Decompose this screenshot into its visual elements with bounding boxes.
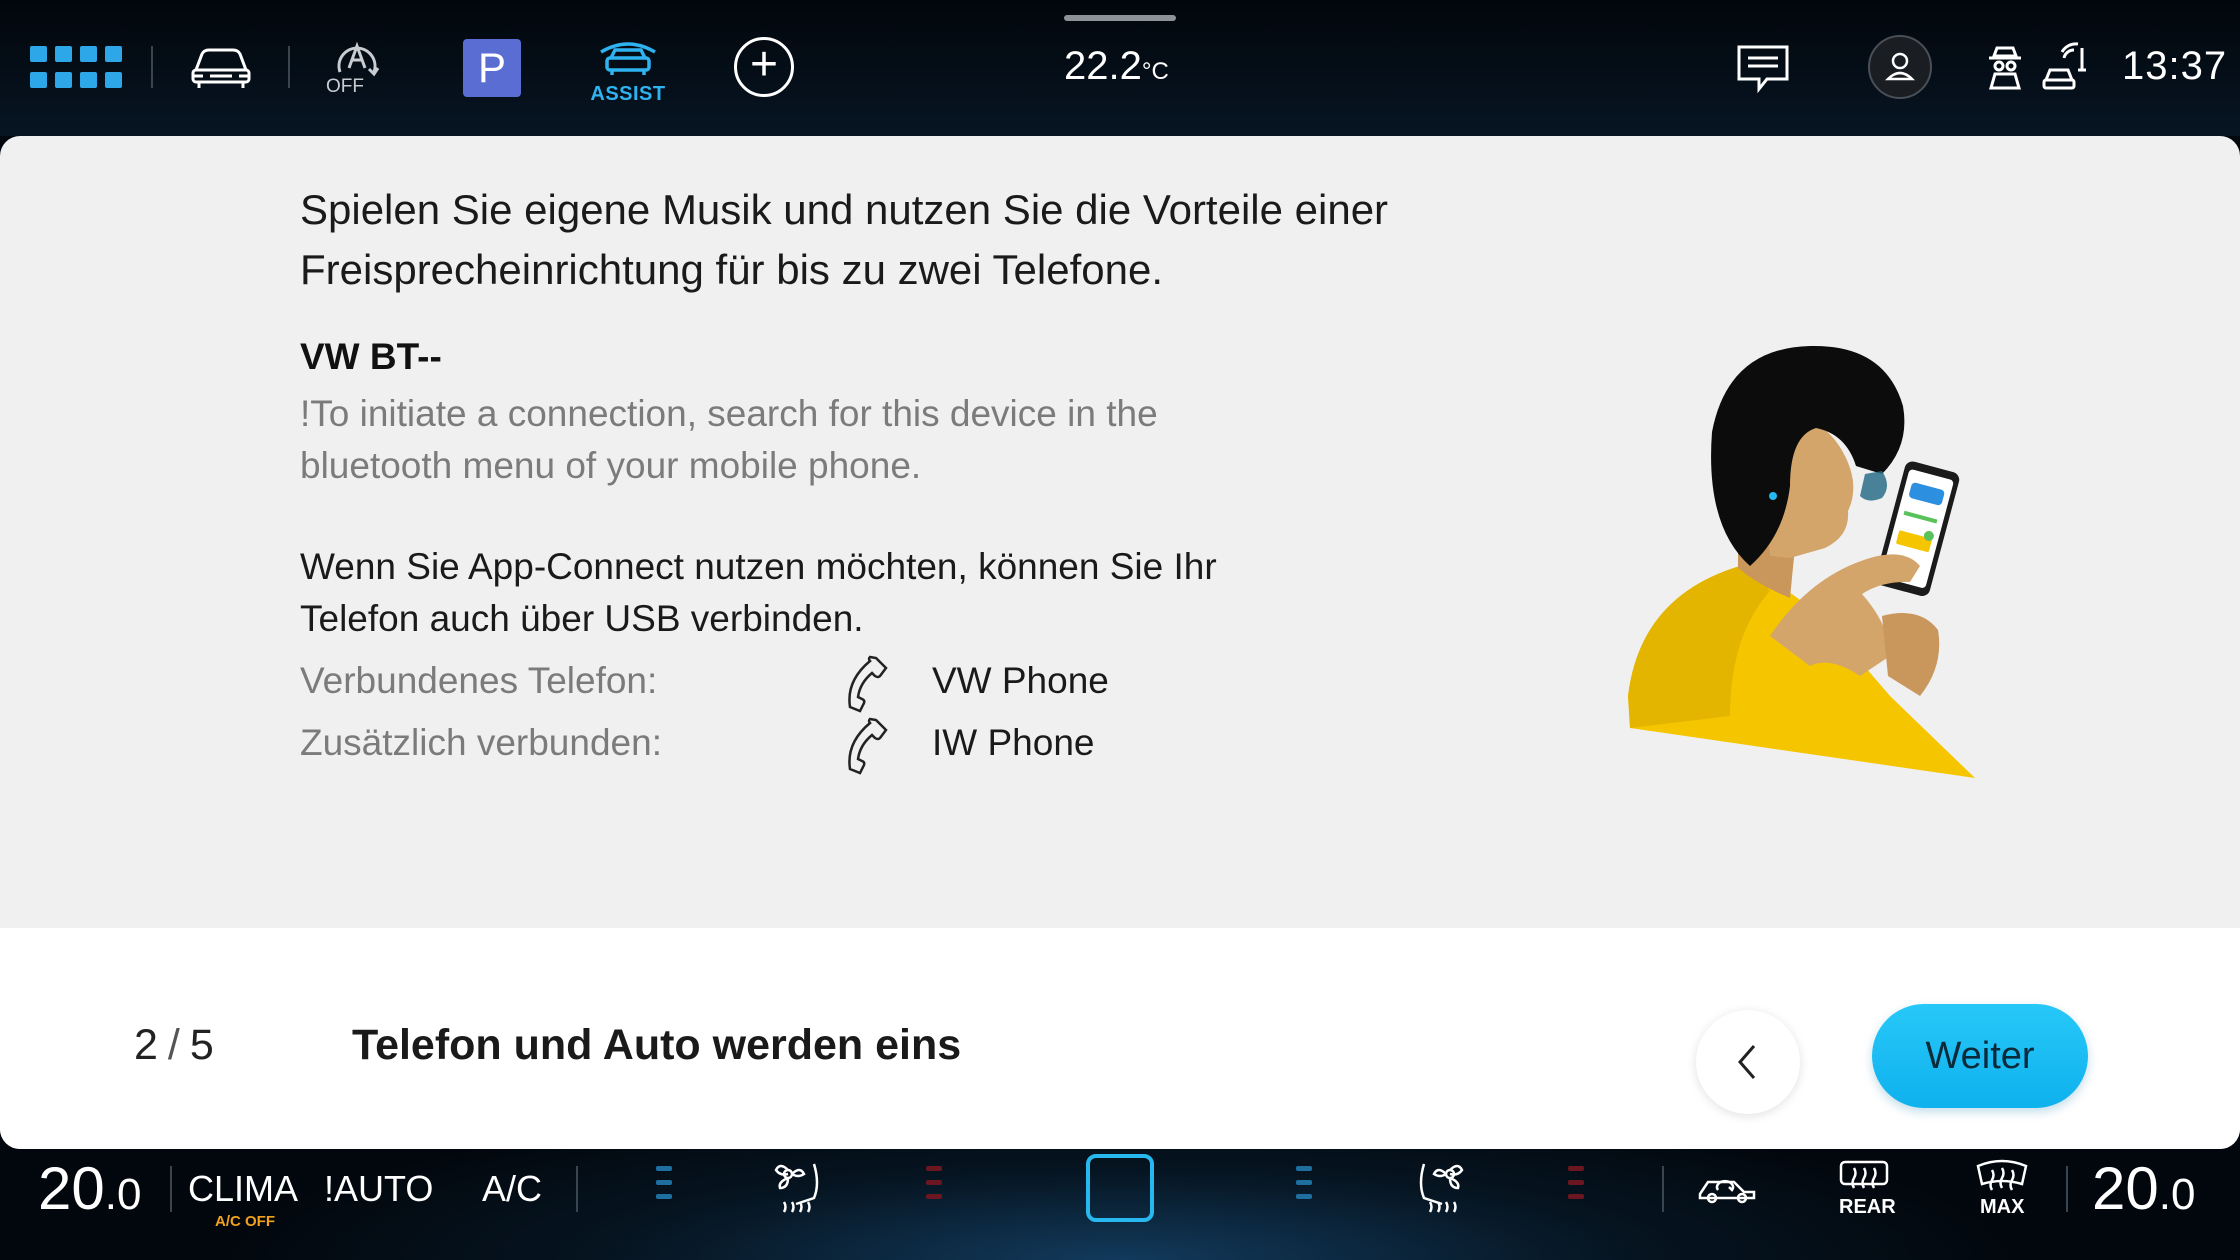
bluetooth-device-name: VW BT-- [300, 336, 442, 377]
infotainment-screen: OFF P ASSIST + 22.2°C 13:37 Spielen Sie … [0, 0, 2240, 1260]
back-button[interactable] [1696, 1010, 1800, 1114]
car-status-icon[interactable] [190, 44, 252, 92]
divider [170, 1166, 172, 1212]
passenger-temperature[interactable]: 20.0 [2092, 1154, 2195, 1223]
message-icon[interactable] [1736, 44, 1790, 94]
app-connect-info: Wenn Sie App-Connect nutzen möchten, kön… [300, 546, 1217, 639]
assist-label: ASSIST [590, 83, 666, 105]
temperature-value: 22.2 [1064, 44, 1142, 88]
clima-button[interactable]: CLIMA [188, 1168, 298, 1210]
divider [288, 46, 290, 88]
user-icon [1884, 52, 1916, 81]
fan-level-indicator-left [656, 1166, 672, 1208]
lane-assist-state: OFF [326, 76, 364, 97]
temperature-unit: °C [1141, 58, 1169, 85]
driver-temperature-int: 20 [38, 1155, 105, 1222]
divider [151, 46, 153, 88]
privacy-mode-icon[interactable] [1986, 44, 2024, 92]
pull-down-handle[interactable] [1064, 15, 1176, 21]
driver-temperature-dec: .0 [104, 1170, 142, 1219]
phone-icon [846, 654, 894, 714]
current-step: 2 [134, 1021, 158, 1069]
assist-car-icon [600, 42, 656, 75]
onboarding-footer: 2/5 Telefon und Auto werden eins Weiter [0, 928, 2240, 1149]
add-shortcut-button[interactable]: + [734, 37, 794, 97]
connected-car-signal-icon[interactable] [2042, 42, 2090, 92]
outside-temperature: 22.2°C [1064, 44, 1169, 89]
clock: 13:37 [2122, 44, 2228, 88]
parking-button[interactable]: P [463, 39, 521, 97]
next-button[interactable]: Weiter [1872, 1004, 2088, 1108]
ac-off-status: A/C OFF [215, 1213, 275, 1230]
onboarding-card: Spielen Sie eigene Musik und nutzen Sie … [0, 136, 2240, 1149]
auto-button[interactable]: !AUTO [324, 1168, 433, 1210]
auto-hold-icon[interactable]: OFF [326, 38, 388, 98]
page-headline: Spielen Sie eigene Musik und nutzen Sie … [300, 186, 1389, 293]
connected-phone-name: VW Phone [932, 660, 1109, 701]
seat-heat-level-right [1568, 1166, 1584, 1208]
chevron-left-icon [1738, 1045, 1756, 1079]
air-recirculation-icon[interactable] [1696, 1170, 1758, 1204]
step-separator: / [167, 1021, 180, 1069]
person-with-phone-illustration [1620, 336, 2040, 786]
total-steps: 5 [189, 1021, 214, 1069]
seat-ventilation-left-icon[interactable] [770, 1158, 830, 1220]
connection-hint: !To initiate a connection, search for th… [300, 393, 1158, 486]
ac-button[interactable]: A/C [482, 1168, 542, 1210]
max-defrost-label: MAX [1980, 1196, 2025, 1218]
assist-button[interactable]: ASSIST [590, 38, 666, 105]
rear-defrost-icon[interactable] [1838, 1158, 1890, 1194]
step-title: Telefon und Auto werden eins [352, 1021, 962, 1069]
step-counter: 2/5 [134, 1021, 214, 1070]
status-bar: OFF P ASSIST + 22.2°C 13:37 [0, 0, 2240, 136]
app-grid-icon[interactable] [30, 46, 122, 88]
additional-phone-label: Zusätzlich verbunden: [300, 722, 662, 763]
rear-defrost-label: REAR [1839, 1196, 1896, 1218]
passenger-temperature-dec: .0 [2158, 1170, 2196, 1219]
divider [576, 1166, 578, 1212]
divider [1662, 1166, 1664, 1212]
fan-level-indicator-right [1296, 1166, 1312, 1208]
connected-phone-label: Verbundenes Telefon: [300, 660, 658, 701]
additional-phone-name: IW Phone [932, 722, 1095, 763]
passenger-temperature-int: 20 [2092, 1155, 2159, 1222]
climate-menu-button[interactable] [1086, 1154, 1154, 1222]
phone-icon [846, 716, 894, 776]
user-profile-button[interactable] [1868, 35, 1932, 99]
max-defrost-icon[interactable] [1974, 1158, 2030, 1194]
driver-temperature[interactable]: 20.0 [38, 1154, 141, 1223]
seat-ventilation-right-icon[interactable] [1410, 1158, 1470, 1220]
divider [2066, 1166, 2068, 1212]
seat-heat-level-left [926, 1166, 942, 1208]
